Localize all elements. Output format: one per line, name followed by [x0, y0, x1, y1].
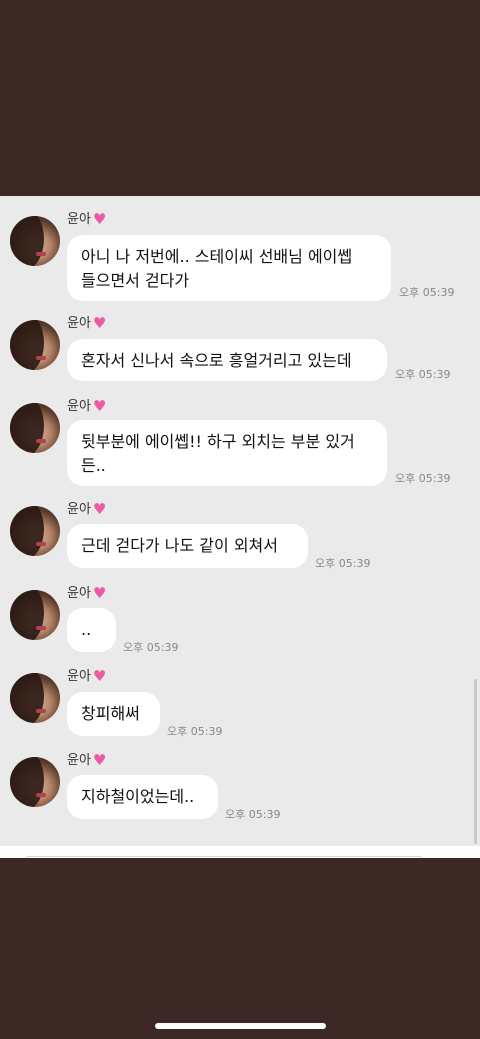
pink-heart-icon: ♥ [92, 210, 107, 228]
avatar[interactable] [10, 216, 60, 266]
avatar[interactable] [10, 757, 60, 807]
sender-name: 윤아 ♥ [67, 397, 106, 416]
message-bubble[interactable]: 혼자서 신나서 속으로 흥얼거리고 있는데 [67, 339, 387, 381]
message-line: .. [81, 620, 92, 639]
sender-name-text: 윤아 [67, 669, 91, 684]
avatar[interactable] [10, 506, 60, 556]
message-time: 오후 05:39 [395, 368, 451, 381]
sender-name: 윤아 ♥ [67, 500, 106, 519]
avatar[interactable] [10, 590, 60, 640]
sender-name-text: 윤아 [67, 399, 91, 414]
message-line: 근데 걷다가 나도 같이 외쳐서 [81, 536, 278, 555]
pink-heart-icon: ♥ [92, 584, 107, 602]
pink-heart-icon: ♥ [92, 667, 107, 685]
sender-name: 윤아 ♥ [67, 314, 106, 333]
sender-name: 윤아 ♥ [67, 751, 106, 770]
message-bubble[interactable]: 뒷부분에 에이쎕!! 하구 외치는 부분 있거 든.. [67, 420, 387, 486]
message-line: 아니 나 저번에.. 스테이씨 선배님 에이쎕 [81, 247, 353, 266]
message-line: 들으면서 걷다가 [81, 271, 190, 290]
message-line: 뒷부분에 에이쎕!! 하구 외치는 부분 있거 [81, 432, 355, 451]
message-line: 든.. [81, 456, 106, 475]
message-time: 오후 05:39 [167, 725, 223, 738]
pink-heart-icon: ♥ [92, 314, 107, 332]
message-bubble[interactable]: .. [67, 608, 116, 652]
message-bubble[interactable]: 지하철이었는데.. [67, 775, 218, 819]
sender-name: 윤아 ♥ [67, 584, 106, 603]
pink-heart-icon: ♥ [92, 397, 107, 415]
message-time: 오후 05:39 [315, 557, 371, 570]
sender-name: 윤아 ♥ [67, 667, 106, 686]
home-indicator[interactable] [155, 1023, 326, 1029]
pink-heart-icon: ♥ [92, 751, 107, 769]
sender-name: 윤아 ♥ [67, 210, 106, 229]
sender-name-text: 윤아 [67, 316, 91, 331]
sender-name-text: 윤아 [67, 586, 91, 601]
pink-heart-icon: ♥ [92, 500, 107, 518]
message-line: 혼자서 신나서 속으로 흥얼거리고 있는데 [81, 351, 352, 370]
message-time: 오후 05:39 [399, 286, 455, 299]
sender-name-text: 윤아 [67, 502, 91, 517]
sender-name-text: 윤아 [67, 212, 91, 227]
message-time: 오후 05:39 [123, 641, 179, 654]
sender-name-text: 윤아 [67, 753, 91, 768]
message-bubble[interactable]: 근데 걷다가 나도 같이 외쳐서 [67, 524, 308, 568]
bottom-frame [0, 858, 480, 1039]
message-time: 오후 05:39 [395, 472, 451, 485]
scrollbar[interactable] [474, 679, 477, 844]
message-time: 오후 05:39 [225, 808, 281, 821]
avatar[interactable] [10, 320, 60, 370]
message-line: 지하철이었는데.. [81, 787, 195, 806]
avatar[interactable] [10, 403, 60, 453]
chat-area[interactable]: 윤아 ♥ 아니 나 저번에.. 스테이씨 선배님 에이쎕 들으면서 걷다가 오후 … [0, 196, 480, 846]
top-frame [0, 0, 480, 196]
message-bubble[interactable]: 아니 나 저번에.. 스테이씨 선배님 에이쎕 들으면서 걷다가 [67, 235, 391, 301]
avatar[interactable] [10, 673, 60, 723]
message-line: 창피해써 [81, 704, 140, 723]
message-bubble[interactable]: 창피해써 [67, 692, 160, 736]
